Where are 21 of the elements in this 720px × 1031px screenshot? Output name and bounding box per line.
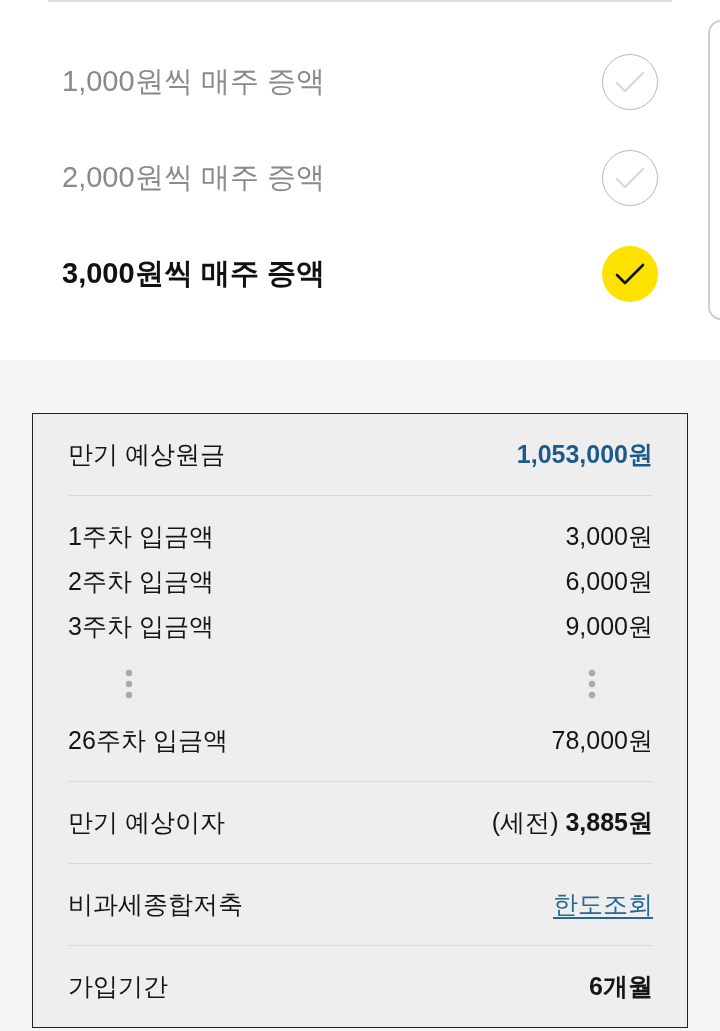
option-item[interactable]: 2,000원씩 매주 증액 [62,130,658,226]
option-item[interactable]: 1,000원씩 매주 증액 [62,34,658,130]
vertical-ellipsis-icon [125,668,133,699]
deposit-amount: 78,000원 [551,725,653,756]
row-label: 만기 예상이자 [68,807,225,838]
row-label: 가입기간 [68,971,168,1002]
row-label: 1주차 입금액 [68,521,214,552]
deposit-amount: 3,000원 [565,521,653,552]
row-label: 만기 예상원금 [68,439,225,470]
total-amount: 1,053,000원 [516,439,653,470]
interest-amount: (세전) 3,885원 [491,807,653,838]
row-label: 비과세종합저축 [68,889,243,920]
row-label: 2주차 입금액 [68,566,214,597]
row-label: 3주차 입금액 [68,611,214,642]
deposit-amount: 9,000원 [565,611,653,642]
option-item[interactable]: 3,000원씩 매주 증액 [62,226,658,322]
limit-inquiry-link[interactable]: 한도조회 [553,888,653,921]
vertical-ellipsis-icon [588,668,596,699]
row-label: 26주차 입금액 [68,725,228,756]
deposit-amount: 6,000원 [565,566,653,597]
period-value: 6개월 [589,971,653,1002]
